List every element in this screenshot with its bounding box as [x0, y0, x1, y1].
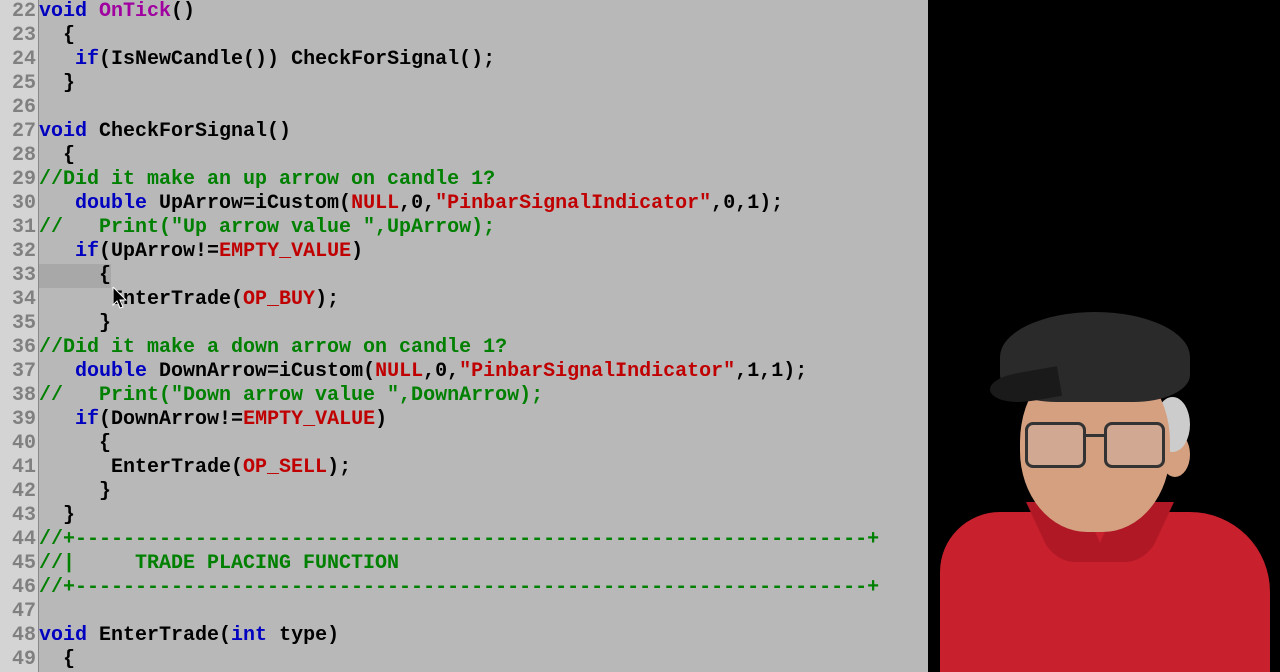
code-content[interactable]: EnterTrade(OP_BUY);	[39, 288, 339, 312]
code-line[interactable]: 41 EnterTrade(OP_SELL);	[0, 456, 928, 480]
code-content[interactable]: void EnterTrade(int type)	[39, 624, 339, 648]
line-number: 38	[0, 384, 39, 408]
code-content[interactable]: EnterTrade(OP_SELL);	[39, 456, 351, 480]
line-number: 36	[0, 336, 39, 360]
code-content[interactable]: //| TRADE PLACING FUNCTION	[39, 552, 399, 576]
code-line[interactable]: 38// Print("Down arrow value ",DownArrow…	[0, 384, 928, 408]
code-line[interactable]: 46//+-----------------------------------…	[0, 576, 928, 600]
code-content[interactable]: //Did it make a down arrow on candle 1?	[39, 336, 507, 360]
code-line[interactable]: 35 }	[0, 312, 928, 336]
line-number: 33	[0, 264, 39, 288]
code-line[interactable]: 36//Did it make a down arrow on candle 1…	[0, 336, 928, 360]
line-number: 41	[0, 456, 39, 480]
code-content[interactable]: {	[39, 144, 75, 168]
code-line[interactable]: 39 if(DownArrow!=EMPTY_VALUE)	[0, 408, 928, 432]
code-line[interactable]: 27void CheckForSignal()	[0, 120, 928, 144]
line-number: 42	[0, 480, 39, 504]
code-content[interactable]: void OnTick()	[39, 0, 195, 24]
line-number: 43	[0, 504, 39, 528]
presenter-figure	[940, 312, 1270, 672]
line-number: 48	[0, 624, 39, 648]
code-line[interactable]: 30 double UpArrow=iCustom(NULL,0,"Pinbar…	[0, 192, 928, 216]
code-line[interactable]: 49 {	[0, 648, 928, 672]
code-line[interactable]: 40 {	[0, 432, 928, 456]
code-line[interactable]: 26	[0, 96, 928, 120]
code-editor[interactable]: 22void OnTick()23 {24 if(IsNewCandle()) …	[0, 0, 928, 672]
code-content[interactable]: // Print("Down arrow value ",DownArrow);	[39, 384, 543, 408]
code-content[interactable]: }	[39, 72, 75, 96]
code-content[interactable]: //+-------------------------------------…	[39, 528, 879, 552]
line-number: 39	[0, 408, 39, 432]
code-line[interactable]: 29//Did it make an up arrow on candle 1?	[0, 168, 928, 192]
line-number: 23	[0, 24, 39, 48]
code-content[interactable]: {	[39, 264, 111, 288]
webcam-overlay	[928, 0, 1280, 672]
code-line[interactable]: 44//+-----------------------------------…	[0, 528, 928, 552]
code-line[interactable]: 32 if(UpArrow!=EMPTY_VALUE)	[0, 240, 928, 264]
line-number: 44	[0, 528, 39, 552]
line-number: 40	[0, 432, 39, 456]
code-line[interactable]: 42 }	[0, 480, 928, 504]
code-content[interactable]: if(IsNewCandle()) CheckForSignal();	[39, 48, 495, 72]
line-number: 25	[0, 72, 39, 96]
code-content[interactable]: double DownArrow=iCustom(NULL,0,"PinbarS…	[39, 360, 807, 384]
code-line[interactable]: 48void EnterTrade(int type)	[0, 624, 928, 648]
code-content[interactable]: // Print("Up arrow value ",UpArrow);	[39, 216, 495, 240]
line-number: 31	[0, 216, 39, 240]
line-number: 28	[0, 144, 39, 168]
line-number: 29	[0, 168, 39, 192]
code-line[interactable]: 37 double DownArrow=iCustom(NULL,0,"Pinb…	[0, 360, 928, 384]
line-number: 37	[0, 360, 39, 384]
code-content[interactable]: }	[39, 504, 75, 528]
code-line[interactable]: 45//| TRADE PLACING FUNCTION	[0, 552, 928, 576]
code-line[interactable]: 24 if(IsNewCandle()) CheckForSignal();	[0, 48, 928, 72]
code-content[interactable]: }	[39, 312, 111, 336]
line-number: 26	[0, 96, 39, 120]
line-number: 22	[0, 0, 39, 24]
line-number: 35	[0, 312, 39, 336]
line-number: 30	[0, 192, 39, 216]
line-number: 27	[0, 120, 39, 144]
line-number: 24	[0, 48, 39, 72]
code-content[interactable]: if(UpArrow!=EMPTY_VALUE)	[39, 240, 363, 264]
line-number: 46	[0, 576, 39, 600]
line-number: 49	[0, 648, 39, 672]
code-line[interactable]: 22void OnTick()	[0, 0, 928, 24]
code-line[interactable]: 23 {	[0, 24, 928, 48]
code-content[interactable]: {	[39, 432, 111, 456]
code-line[interactable]: 34 EnterTrade(OP_BUY);	[0, 288, 928, 312]
code-line[interactable]: 43 }	[0, 504, 928, 528]
line-number: 32	[0, 240, 39, 264]
code-content[interactable]: {	[39, 648, 75, 672]
code-content[interactable]: if(DownArrow!=EMPTY_VALUE)	[39, 408, 387, 432]
code-content[interactable]: }	[39, 480, 111, 504]
code-content[interactable]: //+-------------------------------------…	[39, 576, 879, 600]
code-line[interactable]: 47	[0, 600, 928, 624]
code-line[interactable]: 28 {	[0, 144, 928, 168]
code-content[interactable]: //Did it make an up arrow on candle 1?	[39, 168, 495, 192]
line-number: 47	[0, 600, 39, 624]
code-line[interactable]: 25 }	[0, 72, 928, 96]
code-content[interactable]: {	[39, 24, 75, 48]
line-number: 45	[0, 552, 39, 576]
line-number: 34	[0, 288, 39, 312]
code-content[interactable]: void CheckForSignal()	[39, 120, 291, 144]
code-content[interactable]: double UpArrow=iCustom(NULL,0,"PinbarSig…	[39, 192, 783, 216]
code-line[interactable]: 31// Print("Up arrow value ",UpArrow);	[0, 216, 928, 240]
code-line[interactable]: 33 {	[0, 264, 928, 288]
